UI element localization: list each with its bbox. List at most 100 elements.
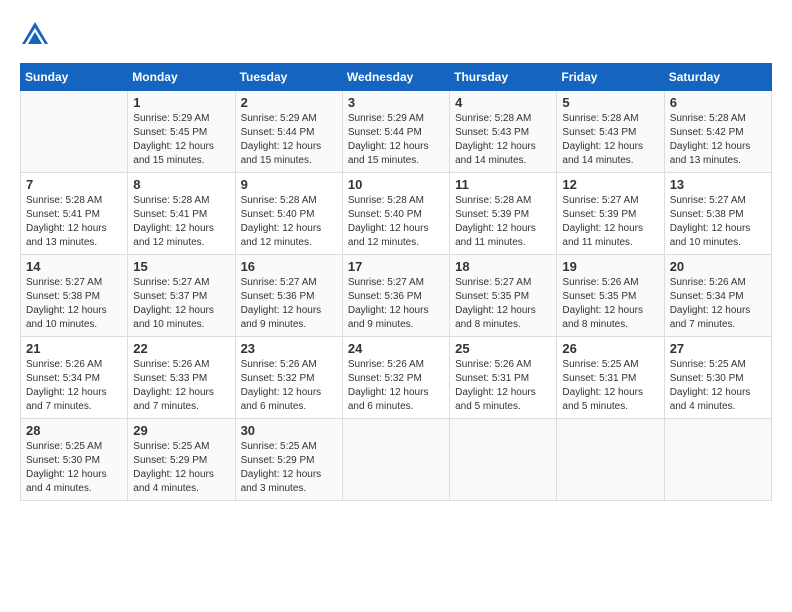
calendar-cell: 6 Sunrise: 5:28 AMSunset: 5:42 PMDaylight… (664, 91, 771, 173)
day-number: 9 (241, 177, 337, 192)
page-header (20, 20, 772, 53)
day-info: Sunrise: 5:25 AMSunset: 5:30 PMDaylight:… (26, 440, 122, 496)
day-info: Sunrise: 5:28 AMSunset: 5:41 PMDaylight:… (26, 194, 122, 250)
calendar-header-saturday: Saturday (664, 64, 771, 91)
calendar-cell: 4 Sunrise: 5:28 AMSunset: 5:43 PMDaylight… (450, 91, 557, 173)
calendar-cell: 20 Sunrise: 5:26 AMSunset: 5:34 PMDayligh… (664, 255, 771, 337)
calendar-cell: 18 Sunrise: 5:27 AMSunset: 5:35 PMDayligh… (450, 255, 557, 337)
day-number: 15 (133, 259, 229, 274)
calendar-cell: 1Sunrise: 5:29 AMSunset: 5:45 PMDaylight… (128, 91, 235, 173)
day-number: 4 (455, 95, 551, 110)
day-info: Sunrise: 5:28 AMSunset: 5:40 PMDaylight:… (348, 194, 444, 250)
calendar-cell: 25 Sunrise: 5:26 AMSunset: 5:31 PMDayligh… (450, 337, 557, 419)
day-info: Sunrise: 5:27 AMSunset: 5:35 PMDaylight:… (455, 276, 551, 332)
calendar-cell: 14 Sunrise: 5:27 AMSunset: 5:38 PMDayligh… (21, 255, 128, 337)
day-number: 14 (26, 259, 122, 274)
day-number: 20 (670, 259, 766, 274)
calendar-cell: 10 Sunrise: 5:28 AMSunset: 5:40 PMDayligh… (342, 173, 449, 255)
calendar-header-thursday: Thursday (450, 64, 557, 91)
day-info: Sunrise: 5:25 AMSunset: 5:29 PMDaylight:… (241, 440, 337, 496)
calendar-cell: 22Sunrise: 5:26 AMSunset: 5:33 PMDayligh… (128, 337, 235, 419)
calendar-cell: 16 Sunrise: 5:27 AMSunset: 5:36 PMDayligh… (235, 255, 342, 337)
calendar-cell: 28 Sunrise: 5:25 AMSunset: 5:30 PMDayligh… (21, 419, 128, 501)
day-info: Sunrise: 5:28 AMSunset: 5:42 PMDaylight:… (670, 112, 766, 168)
calendar-header-tuesday: Tuesday (235, 64, 342, 91)
calendar-week-row: 7 Sunrise: 5:28 AMSunset: 5:41 PMDaylight… (21, 173, 772, 255)
day-info: Sunrise: 5:27 AMSunset: 5:38 PMDaylight:… (670, 194, 766, 250)
day-info: Sunrise: 5:29 AMSunset: 5:44 PMDaylight:… (241, 112, 337, 168)
calendar-cell: 9Sunrise: 5:28 AMSunset: 5:40 PMDaylight… (235, 173, 342, 255)
day-number: 8 (133, 177, 229, 192)
day-info: Sunrise: 5:25 AMSunset: 5:31 PMDaylight:… (562, 358, 658, 414)
calendar-cell: 29 Sunrise: 5:25 AMSunset: 5:29 PMDayligh… (128, 419, 235, 501)
calendar-cell: 27 Sunrise: 5:25 AMSunset: 5:30 PMDayligh… (664, 337, 771, 419)
day-number: 30 (241, 423, 337, 438)
calendar-cell (557, 419, 664, 501)
calendar-cell (21, 91, 128, 173)
calendar-cell: 8 Sunrise: 5:28 AMSunset: 5:41 PMDaylight… (128, 173, 235, 255)
day-number: 18 (455, 259, 551, 274)
calendar-cell: 15Sunrise: 5:27 AMSunset: 5:37 PMDayligh… (128, 255, 235, 337)
calendar-week-row: 21 Sunrise: 5:26 AMSunset: 5:34 PMDayligh… (21, 337, 772, 419)
day-info: Sunrise: 5:27 AMSunset: 5:38 PMDaylight:… (26, 276, 122, 332)
day-info: Sunrise: 5:26 AMSunset: 5:32 PMDaylight:… (348, 358, 444, 414)
day-number: 10 (348, 177, 444, 192)
day-number: 29 (133, 423, 229, 438)
day-info: Sunrise: 5:25 AMSunset: 5:29 PMDaylight:… (133, 440, 229, 496)
day-info: Sunrise: 5:27 AMSunset: 5:36 PMDaylight:… (241, 276, 337, 332)
day-number: 19 (562, 259, 658, 274)
day-number: 6 (670, 95, 766, 110)
day-number: 27 (670, 341, 766, 356)
day-number: 5 (562, 95, 658, 110)
calendar-week-row: 1Sunrise: 5:29 AMSunset: 5:45 PMDaylight… (21, 91, 772, 173)
day-info: Sunrise: 5:28 AMSunset: 5:43 PMDaylight:… (562, 112, 658, 168)
day-info: Sunrise: 5:26 AMSunset: 5:34 PMDaylight:… (26, 358, 122, 414)
day-number: 28 (26, 423, 122, 438)
calendar-cell: 5 Sunrise: 5:28 AMSunset: 5:43 PMDaylight… (557, 91, 664, 173)
day-number: 25 (455, 341, 551, 356)
calendar-week-row: 14 Sunrise: 5:27 AMSunset: 5:38 PMDayligh… (21, 255, 772, 337)
calendar-cell: 7 Sunrise: 5:28 AMSunset: 5:41 PMDaylight… (21, 173, 128, 255)
calendar-cell (450, 419, 557, 501)
day-info: Sunrise: 5:26 AMSunset: 5:31 PMDaylight:… (455, 358, 551, 414)
day-info: Sunrise: 5:28 AMSunset: 5:41 PMDaylight:… (133, 194, 229, 250)
calendar-cell: 12 Sunrise: 5:27 AMSunset: 5:39 PMDayligh… (557, 173, 664, 255)
day-number: 16 (241, 259, 337, 274)
calendar-header-sunday: Sunday (21, 64, 128, 91)
day-number: 2 (241, 95, 337, 110)
day-number: 12 (562, 177, 658, 192)
day-number: 23 (241, 341, 337, 356)
day-info: Sunrise: 5:25 AMSunset: 5:30 PMDaylight:… (670, 358, 766, 414)
calendar-cell: 13Sunrise: 5:27 AMSunset: 5:38 PMDayligh… (664, 173, 771, 255)
day-number: 26 (562, 341, 658, 356)
day-number: 21 (26, 341, 122, 356)
day-info: Sunrise: 5:28 AMSunset: 5:43 PMDaylight:… (455, 112, 551, 168)
logo (20, 20, 54, 53)
calendar-header-row: SundayMondayTuesdayWednesdayThursdayFrid… (21, 64, 772, 91)
calendar-cell: 17Sunrise: 5:27 AMSunset: 5:36 PMDayligh… (342, 255, 449, 337)
day-info: Sunrise: 5:29 AMSunset: 5:44 PMDaylight:… (348, 112, 444, 168)
day-info: Sunrise: 5:27 AMSunset: 5:39 PMDaylight:… (562, 194, 658, 250)
calendar-cell: 23 Sunrise: 5:26 AMSunset: 5:32 PMDayligh… (235, 337, 342, 419)
calendar-table: SundayMondayTuesdayWednesdayThursdayFrid… (20, 63, 772, 501)
day-info: Sunrise: 5:28 AMSunset: 5:39 PMDaylight:… (455, 194, 551, 250)
day-info: Sunrise: 5:26 AMSunset: 5:34 PMDaylight:… (670, 276, 766, 332)
day-number: 24 (348, 341, 444, 356)
day-number: 3 (348, 95, 444, 110)
day-number: 7 (26, 177, 122, 192)
calendar-cell: 24 Sunrise: 5:26 AMSunset: 5:32 PMDayligh… (342, 337, 449, 419)
day-info: Sunrise: 5:26 AMSunset: 5:32 PMDaylight:… (241, 358, 337, 414)
calendar-cell: 30 Sunrise: 5:25 AMSunset: 5:29 PMDayligh… (235, 419, 342, 501)
calendar-cell: 21 Sunrise: 5:26 AMSunset: 5:34 PMDayligh… (21, 337, 128, 419)
calendar-cell: 3 Sunrise: 5:29 AMSunset: 5:44 PMDaylight… (342, 91, 449, 173)
calendar-header-monday: Monday (128, 64, 235, 91)
calendar-cell (342, 419, 449, 501)
calendar-cell (664, 419, 771, 501)
day-number: 17 (348, 259, 444, 274)
calendar-cell: 19Sunrise: 5:26 AMSunset: 5:35 PMDayligh… (557, 255, 664, 337)
day-number: 22 (133, 341, 229, 356)
calendar-header-wednesday: Wednesday (342, 64, 449, 91)
logo-icon (20, 20, 50, 53)
calendar-header-friday: Friday (557, 64, 664, 91)
calendar-week-row: 28 Sunrise: 5:25 AMSunset: 5:30 PMDayligh… (21, 419, 772, 501)
